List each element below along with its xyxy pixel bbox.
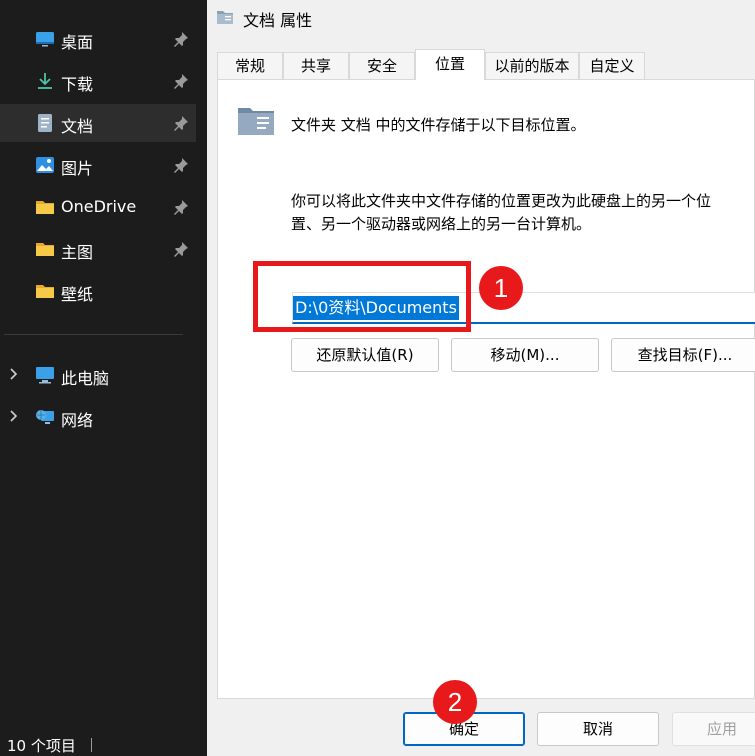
nav-item-wallpaper[interactable]: 壁纸 — [0, 272, 196, 310]
folder-icon — [36, 243, 54, 256]
find-target-button[interactable]: 查找目标(F)... — [611, 338, 755, 372]
status-bar: 10 个项目 — [0, 732, 207, 756]
folder-icon — [36, 285, 54, 298]
tab-sharing[interactable]: 共享 — [283, 52, 349, 79]
download-icon — [38, 73, 52, 89]
nav-item-label: 下载 — [61, 75, 94, 94]
cancel-button[interactable]: 取消 — [537, 712, 659, 746]
nav-divider — [4, 334, 183, 335]
explorer-nav-pane: 桌面 下载 文档 图片 OneDrive 主图 壁纸 此电脑 网络 10 个项目 — [0, 0, 207, 756]
nav-item-label: 主图 — [61, 243, 94, 262]
highlight-box — [253, 261, 471, 332]
tab-general[interactable]: 常规 — [217, 52, 283, 79]
nav-item-pictures[interactable]: 图片 — [0, 146, 196, 184]
nav-item-main-image[interactable]: 主图 — [0, 230, 196, 268]
nav-item-onedrive[interactable]: OneDrive — [0, 188, 196, 226]
nav-item-label: 文档 — [61, 117, 94, 136]
restore-default-button[interactable]: 还原默认值(R) — [291, 338, 439, 372]
nav-item-desktop[interactable]: 桌面 — [0, 20, 196, 58]
tab-customize[interactable]: 自定义 — [579, 52, 645, 79]
nav-item-label: 壁纸 — [61, 285, 94, 304]
move-button[interactable]: 移动(M)... — [451, 338, 599, 372]
network-icon — [36, 410, 54, 424]
tab-security[interactable]: 安全 — [349, 52, 415, 79]
picture-icon — [36, 157, 54, 173]
pin-icon[interactable] — [173, 157, 189, 173]
nav-item-network[interactable]: 网络 — [0, 398, 196, 436]
dialog-title: 文档 属性 — [243, 11, 313, 30]
nav-item-label: 网络 — [61, 411, 94, 430]
pin-icon[interactable] — [173, 241, 189, 257]
nav-item-label: 此电脑 — [61, 369, 110, 388]
nav-item-label: OneDrive — [61, 197, 137, 216]
item-count: 10 个项目 — [7, 737, 76, 755]
chevron-right-icon[interactable] — [6, 367, 20, 381]
location-info: 你可以将此文件夹中文件存储的位置更改为此硬盘上的另一个位 置、另一个驱动器或网络… — [291, 190, 755, 236]
pin-icon[interactable] — [173, 73, 189, 89]
desktop-icon — [36, 32, 54, 47]
tab-previous-versions[interactable]: 以前的版本 — [485, 52, 579, 79]
nav-item-label: 桌面 — [61, 33, 94, 52]
nav-item-documents[interactable]: 文档 — [0, 104, 196, 142]
location-description: 文件夹 文档 中的文件存储于以下目标位置。 — [291, 116, 586, 134]
location-panel: 文件夹 文档 中的文件存储于以下目标位置。 你可以将此文件夹中文件存储的位置更改… — [217, 79, 755, 699]
chevron-right-icon[interactable] — [6, 409, 20, 423]
computer-icon — [36, 367, 54, 384]
status-divider — [91, 738, 92, 752]
apply-button[interactable]: 应用 — [672, 712, 755, 746]
pin-icon[interactable] — [173, 199, 189, 215]
nav-item-downloads[interactable]: 下载 — [0, 62, 196, 100]
nav-item-this-pc[interactable]: 此电脑 — [0, 356, 196, 394]
step-marker-1: 1 — [479, 266, 523, 310]
pane-gutter — [196, 0, 207, 756]
info-line: 你可以将此文件夹中文件存储的位置更改为此硬盘上的另一个位 — [291, 192, 712, 210]
document-icon — [38, 114, 52, 132]
pin-icon[interactable] — [173, 31, 189, 47]
folder-document-icon — [238, 108, 274, 135]
info-line: 置、另一个驱动器或网络上的另一台计算机。 — [291, 215, 592, 233]
folder-document-icon — [217, 11, 233, 24]
folder-icon — [36, 201, 54, 214]
properties-dialog: 文档 属性 常规 共享 安全 位置 以前的版本 自定义 文件夹 文档 中的文件存… — [207, 0, 755, 756]
tab-location[interactable]: 位置 — [415, 49, 485, 80]
nav-item-label: 图片 — [61, 159, 94, 178]
dialog-titlebar[interactable]: 文档 属性 — [207, 0, 755, 36]
step-marker-2: 2 — [433, 680, 477, 724]
pin-icon[interactable] — [173, 115, 189, 131]
